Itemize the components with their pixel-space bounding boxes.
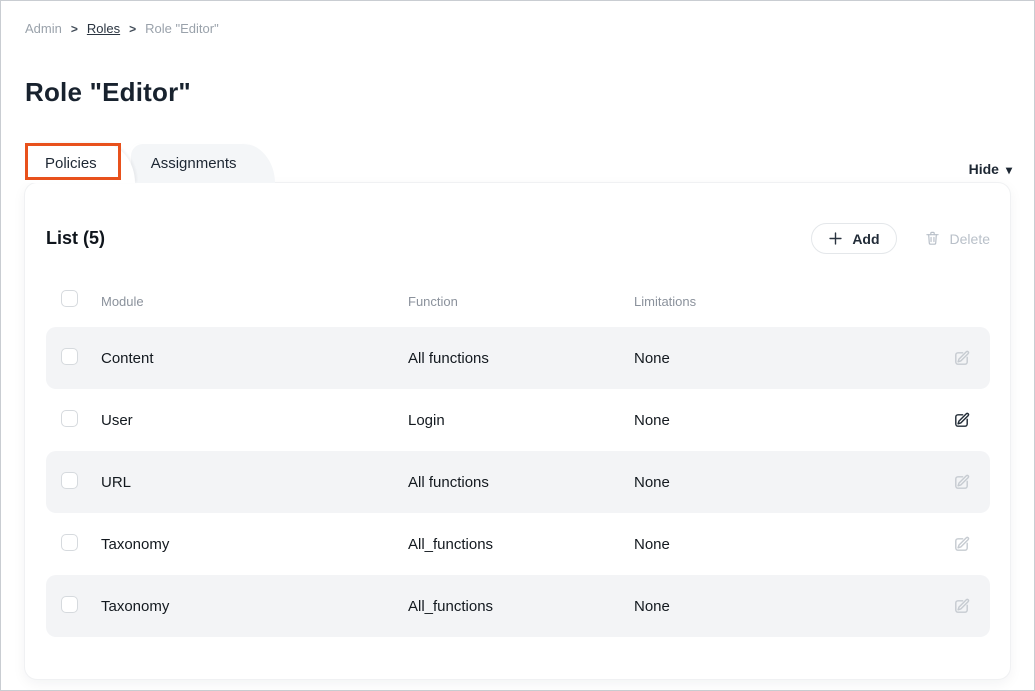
table-row: Content All functions None [46,327,990,389]
tab-assignments-label: Assignments [151,155,237,172]
module-cell: Taxonomy [101,598,408,615]
table-row: URL All functions None [46,451,990,513]
table-header: Module Function Limitations [46,290,990,312]
policies-table: Module Function Limitations Content All … [25,290,1010,637]
breadcrumb: Admin > Roles > Role "Editor" [25,21,219,36]
table-row: Taxonomy All_functions None [46,513,990,575]
list-title: List (5) [46,228,105,249]
breadcrumb-item-current: Role "Editor" [145,21,219,36]
column-header-function: Function [408,294,634,309]
chevron-down-icon: ▾ [1006,164,1012,176]
breadcrumb-item-roles[interactable]: Roles [87,21,120,36]
function-cell: Login [408,412,634,429]
trash-icon [924,230,941,247]
function-cell: All functions [408,350,634,367]
row-checkbox[interactable] [61,534,78,551]
add-button-label: Add [852,231,879,247]
policies-panel: List (5) Add [25,183,1010,679]
delete-button[interactable]: Delete [924,230,990,247]
module-cell: User [101,412,408,429]
page-title: Role "Editor" [25,77,191,108]
breadcrumb-separator: > [71,22,78,36]
module-cell: URL [101,474,408,491]
row-checkbox[interactable] [61,472,78,489]
edit-icon[interactable] [950,533,973,556]
limitations-cell: None [634,350,940,367]
limitations-cell: None [634,412,940,429]
table-row: User Login None [46,389,990,451]
plus-icon [828,231,843,246]
breadcrumb-separator: > [129,22,136,36]
edit-icon[interactable] [950,471,973,494]
table-body: Content All functions None User Login No… [46,327,990,637]
tab-assignments[interactable]: Assignments [129,143,275,183]
select-all-checkbox[interactable] [61,290,78,307]
add-button[interactable]: Add [811,223,896,254]
function-cell: All_functions [408,536,634,553]
edit-icon[interactable] [950,595,973,618]
panel-header: List (5) Add [25,183,1010,254]
breadcrumb-item-admin: Admin [25,21,62,36]
row-checkbox[interactable] [61,596,78,613]
hide-toggle[interactable]: Hide ▾ [969,161,1012,177]
column-header-limitations: Limitations [634,294,940,309]
panel-actions: Add Delete [811,223,990,254]
hide-label: Hide [969,161,999,177]
module-cell: Content [101,350,408,367]
tab-policies-label: Policies [45,155,97,172]
function-cell: All functions [408,474,634,491]
delete-button-label: Delete [950,231,990,247]
app-window: Admin > Roles > Role "Editor" Role "Edit… [0,0,1035,691]
row-checkbox[interactable] [61,410,78,427]
edit-icon[interactable] [950,347,973,370]
limitations-cell: None [634,598,940,615]
tab-bar: Policies Assignments [25,143,275,183]
row-checkbox[interactable] [61,348,78,365]
table-row: Taxonomy All_functions None [46,575,990,637]
limitations-cell: None [634,536,940,553]
function-cell: All_functions [408,598,634,615]
column-header-module: Module [101,294,408,309]
edit-icon[interactable] [950,409,973,432]
limitations-cell: None [634,474,940,491]
tab-policies[interactable]: Policies [25,143,135,183]
module-cell: Taxonomy [101,536,408,553]
